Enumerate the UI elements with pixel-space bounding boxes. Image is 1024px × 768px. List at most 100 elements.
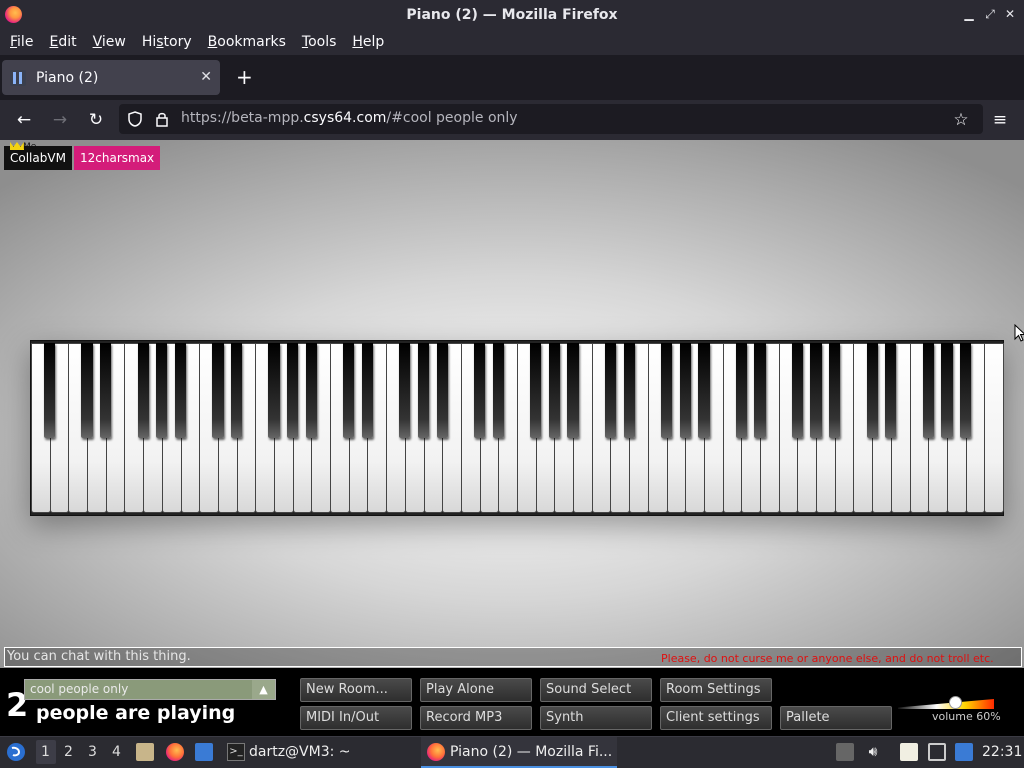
black-key[interactable]	[268, 343, 280, 438]
piano-keyboard[interactable]	[30, 340, 1004, 516]
synth-button[interactable]: Synth	[540, 706, 652, 730]
black-key[interactable]	[698, 343, 710, 438]
black-key[interactable]	[791, 343, 803, 438]
black-key[interactable]	[604, 343, 617, 438]
midi-in-out-button[interactable]: MIDI In/Out	[300, 706, 412, 730]
black-key[interactable]	[810, 343, 822, 438]
black-key[interactable]	[474, 343, 486, 438]
terminal-task-label[interactable]: dartz@VM3: ~	[249, 744, 351, 760]
black-key[interactable]	[287, 343, 299, 438]
hamburger-menu-icon[interactable]: ≡	[988, 108, 1012, 132]
client-settings-button[interactable]: Client settings	[660, 706, 772, 730]
black-key[interactable]	[44, 343, 56, 438]
menu-history[interactable]: History	[134, 34, 200, 50]
volume-slider-knob[interactable]	[948, 696, 962, 709]
lock-icon[interactable]	[155, 111, 169, 127]
new-tab-button[interactable]: +	[236, 66, 253, 88]
minimize-icon[interactable]: ▁	[961, 6, 977, 22]
clipboard-icon[interactable]	[900, 743, 918, 761]
menu-help[interactable]: Help	[344, 34, 392, 50]
chat-placeholder: You can chat with this thing.	[7, 649, 191, 664]
black-key[interactable]	[100, 343, 112, 438]
black-key[interactable]	[399, 343, 411, 438]
window-titlebar[interactable]: Piano (2) — Mozilla Firefox	[0, 0, 1024, 29]
url-host: csys64.com	[303, 110, 387, 126]
menu-edit[interactable]: Edit	[41, 34, 84, 50]
black-key[interactable]	[417, 343, 430, 438]
shield-icon[interactable]	[127, 111, 143, 127]
black-key[interactable]	[231, 343, 243, 438]
piano-keys[interactable]	[31, 341, 1004, 515]
black-key[interactable]	[174, 343, 187, 438]
piano-favicon-icon	[10, 69, 26, 86]
white-key[interactable]	[984, 343, 1004, 513]
terminal-icon[interactable]: >_	[227, 743, 245, 761]
people-label: people are playing	[36, 702, 236, 724]
black-key[interactable]	[343, 343, 355, 438]
close-icon[interactable]: ✕	[1002, 6, 1018, 22]
workspace-2[interactable]: 2	[64, 744, 73, 760]
black-key[interactable]	[866, 343, 878, 438]
black-key[interactable]	[156, 343, 168, 438]
black-key[interactable]	[548, 343, 560, 438]
workspace-4[interactable]: 4	[112, 744, 121, 760]
black-key[interactable]	[885, 343, 897, 438]
play-alone-button[interactable]: Play Alone	[420, 678, 532, 702]
black-key[interactable]	[941, 343, 953, 438]
menu-file[interactable]: File	[2, 34, 41, 50]
tab-close-icon[interactable]: ✕	[200, 69, 212, 85]
record-mp3-button[interactable]: Record MP3	[420, 706, 532, 730]
black-key[interactable]	[530, 343, 542, 438]
black-key[interactable]	[361, 343, 374, 438]
black-key[interactable]	[960, 343, 972, 438]
volume-label: volume 60%	[932, 710, 1001, 723]
back-arrow-icon[interactable]: ←	[12, 108, 36, 132]
black-key[interactable]	[436, 343, 448, 438]
tab-piano[interactable]: Piano (2) ✕	[2, 60, 220, 95]
black-key[interactable]	[623, 343, 635, 438]
menu-tools[interactable]: Tools	[294, 34, 345, 50]
workspace-1[interactable]: 1	[41, 744, 50, 760]
black-key[interactable]	[660, 343, 673, 438]
black-key[interactable]	[829, 343, 841, 438]
network-icon[interactable]	[928, 743, 946, 761]
black-key[interactable]	[212, 343, 224, 438]
file-manager-icon[interactable]	[136, 743, 154, 761]
volume-icon[interactable]: 🔊︎	[864, 743, 882, 761]
black-key[interactable]	[492, 343, 504, 438]
black-key[interactable]	[922, 343, 934, 438]
room-dropdown-arrow-icon[interactable]: ▲	[252, 680, 275, 699]
firefox-logo-icon	[5, 6, 22, 23]
clock[interactable]: 22:31	[982, 744, 1022, 760]
bookmark-star-icon[interactable]: ☆	[949, 108, 973, 132]
room-settings-button[interactable]: Room Settings	[660, 678, 772, 702]
chat-warning: Please, do not curse me or anyone else, …	[661, 652, 994, 665]
sound-select-button[interactable]: Sound Select	[540, 678, 652, 702]
menu-bookmarks[interactable]: Bookmarks	[200, 34, 294, 50]
user-tag-12charsmax[interactable]: 12charsmax	[74, 146, 161, 170]
menu-view[interactable]: View	[85, 34, 134, 50]
black-key[interactable]	[81, 343, 93, 438]
tray-up-icon[interactable]	[836, 743, 854, 761]
black-key[interactable]	[305, 343, 317, 438]
black-key[interactable]	[679, 343, 691, 438]
black-key[interactable]	[567, 343, 579, 438]
forward-arrow-icon[interactable]: →	[48, 108, 72, 132]
window-title: Piano (2) — Mozilla Firefox	[406, 6, 618, 23]
window-launcher-icon[interactable]	[195, 743, 213, 761]
workspace-3[interactable]: 3	[88, 744, 97, 760]
firefox-launcher-icon[interactable]	[166, 743, 184, 761]
black-key[interactable]	[754, 343, 766, 438]
pallete-button[interactable]: Pallete	[780, 706, 892, 730]
black-key[interactable]	[137, 343, 149, 438]
updates-icon[interactable]	[955, 743, 973, 761]
reload-icon[interactable]: ↻	[84, 108, 108, 132]
black-key[interactable]	[735, 343, 747, 438]
new-room-button[interactable]: New Room...	[300, 678, 412, 702]
start-menu-icon[interactable]	[6, 742, 26, 762]
maximize-icon[interactable]: ⤢	[982, 6, 998, 22]
url-text[interactable]: https://beta-mpp.csys64.com/#cool people…	[181, 110, 518, 126]
mouse-cursor-icon	[1014, 324, 1024, 342]
firefox-task-icon	[427, 743, 445, 761]
room-name: cool people only	[30, 682, 129, 696]
